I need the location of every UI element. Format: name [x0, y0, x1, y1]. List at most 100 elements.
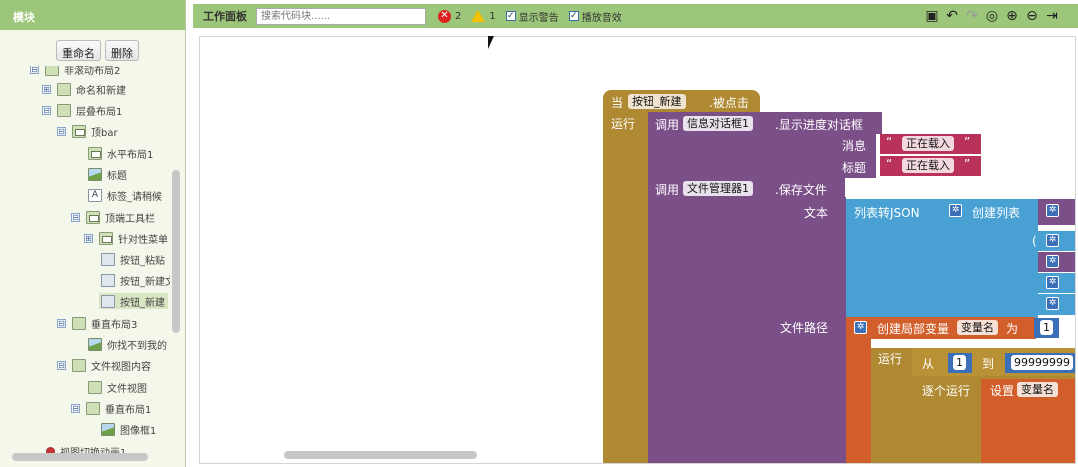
mutator-gear-icon[interactable]: ✲: [1046, 204, 1059, 217]
tree-horizontal-scrollbar[interactable]: [12, 453, 148, 461]
checkbox-checked-icon[interactable]: ✓: [568, 11, 579, 21]
tree-item[interactable]: 按钮_新建文: [101, 272, 170, 288]
local-variable-block-body[interactable]: [846, 337, 871, 463]
delete-button[interactable]: 删除: [105, 40, 139, 61]
quote-open: “: [886, 135, 893, 149]
vertical-arrangement-icon: [57, 82, 71, 96]
tree-item[interactable]: 水平布局1: [88, 145, 153, 161]
canvas-horizontal-scrollbar[interactable]: [284, 451, 477, 459]
rename-button[interactable]: 重命名: [56, 40, 101, 61]
mutator-gear-icon[interactable]: ✲: [1046, 234, 1059, 247]
collapse-toggle-icon[interactable]: ⊟: [71, 212, 80, 222]
zoom-out-icon[interactable]: ⊖: [1024, 8, 1040, 24]
collapse-toggle-icon[interactable]: ⊟: [57, 318, 66, 328]
mutator-gear-icon[interactable]: ✲: [854, 321, 867, 334]
components-panel: 模块 重命名 删除 ⊟ 非滚动布局2 ⊞ 命名和新建 ⊟ 层叠布局1 ⊟ 顶bar 水平…: [0, 0, 186, 467]
tree-item-label: 命名和新建: [76, 85, 126, 97]
mouse-cursor-icon: [488, 36, 494, 49]
tree-item[interactable]: A 标签_请稍候: [88, 187, 162, 203]
call-label: 调用: [655, 183, 680, 197]
text-param-label: 文本: [804, 206, 829, 220]
collapse-toggle-icon[interactable]: ⊟: [71, 403, 80, 413]
set-variable-dropdown[interactable]: 变量名: [1017, 382, 1058, 397]
tree-item-selected[interactable]: 按钮_新建: [99, 293, 168, 309]
horizontal-arrangement-icon: [99, 231, 113, 245]
component-actions: 重命名 删除: [56, 40, 139, 61]
create-list-label: 创建列表: [972, 206, 1021, 220]
tree-item[interactable]: ⊟ 层叠布局1: [42, 102, 122, 118]
tree-item[interactable]: ⊟ 垂直布局3: [57, 315, 137, 331]
mutator-gear-icon[interactable]: ✲: [1046, 255, 1059, 268]
tree-item[interactable]: ⊟ 垂直布局1: [71, 400, 151, 416]
event-block-body[interactable]: [603, 114, 648, 463]
message-text-field[interactable]: 正在载入: [902, 136, 954, 151]
undo-icon[interactable]: ↶: [944, 8, 960, 24]
tree-vertical-scrollbar[interactable]: [172, 170, 180, 333]
variable-name-field[interactable]: 变量名: [957, 320, 998, 335]
quote-close: ”: [964, 157, 971, 171]
mutator-gear-icon[interactable]: ✲: [1046, 297, 1059, 310]
save-icon[interactable]: ▣: [924, 8, 940, 24]
to-label: 到: [982, 357, 995, 371]
initial-value-field[interactable]: 1: [1040, 320, 1053, 335]
workspace-title: 工作面板: [203, 10, 247, 23]
tree-item-label: 垂直布局3: [91, 319, 138, 331]
tree-item[interactable]: ⊞ 命名和新建: [42, 81, 126, 97]
play-sound-toggle[interactable]: ✓ 播放音效: [568, 9, 622, 24]
collapse-toggle-icon[interactable]: ⊟: [57, 360, 66, 370]
tree-item-label: 垂直布局1: [105, 404, 152, 416]
local-variable-label: 创建局部变量: [877, 322, 950, 336]
tree-item[interactable]: ⊟ 顶端工具栏: [71, 209, 155, 225]
app-root: 模块 重命名 删除 ⊟ 非滚动布局2 ⊞ 命名和新建 ⊟ 层叠布局1 ⊟ 顶bar 水平…: [0, 0, 1078, 467]
tree-item-label: 按钮_粘贴: [120, 255, 165, 267]
table-arrangement-icon: [57, 103, 71, 117]
to-value-field[interactable]: 99999999: [1011, 355, 1073, 370]
error-indicator[interactable]: ✕ 2: [438, 9, 462, 23]
error-icon: ✕: [438, 9, 451, 23]
method-name-label: .保存文件: [775, 183, 827, 197]
tree-item[interactable]: 图像框1: [101, 421, 156, 437]
mutator-gear-icon[interactable]: ✲: [949, 204, 962, 217]
tree-item[interactable]: 你找不到我的: [88, 336, 167, 352]
horizontal-arrangement-icon: [86, 210, 100, 224]
component-tree: ⊟ 非滚动布局2 ⊞ 命名和新建 ⊟ 层叠布局1 ⊟ 顶bar 水平布局1 标题 A 标签…: [0, 66, 170, 456]
vertical-arrangement-icon: [45, 66, 59, 76]
collapse-toggle-icon[interactable]: ⊟: [30, 66, 39, 74]
expand-toggle-icon[interactable]: ⊞: [84, 233, 93, 243]
image-icon: [88, 167, 102, 181]
component-dropdown[interactable]: 按钮_新建: [628, 94, 686, 109]
blocks-canvas[interactable]: 当 按钮_新建 .被点击 运行 调用 信息对话框1 .显示进度对话框 消息 “ …: [199, 36, 1076, 464]
exit-icon[interactable]: ⇥: [1044, 8, 1060, 24]
collapse-toggle-icon[interactable]: ⊟: [57, 126, 66, 136]
zoom-in-icon[interactable]: ⊕: [1004, 8, 1020, 24]
tree-item[interactable]: 标题: [88, 166, 127, 182]
warning-indicator[interactable]: 1: [471, 10, 496, 22]
notifier-dropdown[interactable]: 信息对话框1: [683, 116, 753, 131]
tree-item-label: 非滚动布局2: [64, 66, 121, 77]
checkbox-checked-icon[interactable]: ✓: [505, 11, 516, 21]
tree-item[interactable]: ⊟ 文件视图内容: [57, 357, 151, 373]
error-count: 2: [455, 10, 462, 22]
tree-item[interactable]: 文件视图: [88, 379, 147, 395]
each-do-label: 逐个运行: [922, 384, 971, 398]
play-sound-label: 播放音效: [581, 12, 622, 24]
file-manager-dropdown[interactable]: 文件管理器1: [683, 181, 753, 196]
workspace-toolbar: 工作面板 ✕2 1 ✓显示警告 ✓播放音效 ▣ ↶ ↷ ◎ ⊕ ⊖ ⇥: [193, 4, 1078, 28]
mutator-gear-icon[interactable]: ✲: [1046, 276, 1059, 289]
tree-item[interactable]: ⊟ 非滚动布局2: [30, 66, 120, 77]
tree-item[interactable]: ⊞ 针对性菜单: [84, 230, 168, 246]
tree-item[interactable]: 按钮_粘贴: [101, 251, 165, 267]
redo-icon[interactable]: ↷: [964, 8, 980, 24]
title-text-field[interactable]: 正在载入: [902, 158, 954, 173]
center-icon[interactable]: ◎: [984, 8, 1000, 24]
tree-item[interactable]: ⊟ 顶bar: [57, 123, 118, 139]
expand-toggle-icon[interactable]: ⊞: [42, 84, 51, 94]
block-search-input[interactable]: [256, 7, 426, 25]
collapse-toggle-icon[interactable]: ⊟: [42, 105, 51, 115]
tree-item-label: 层叠布局1: [76, 106, 123, 118]
event-when-label: 当: [611, 96, 624, 110]
from-value-field[interactable]: 1: [953, 355, 966, 370]
event-do-label: 运行: [611, 117, 636, 131]
show-warnings-toggle[interactable]: ✓ 显示警告: [505, 9, 559, 24]
tree-item-label: 按钮_新建文: [120, 276, 170, 288]
